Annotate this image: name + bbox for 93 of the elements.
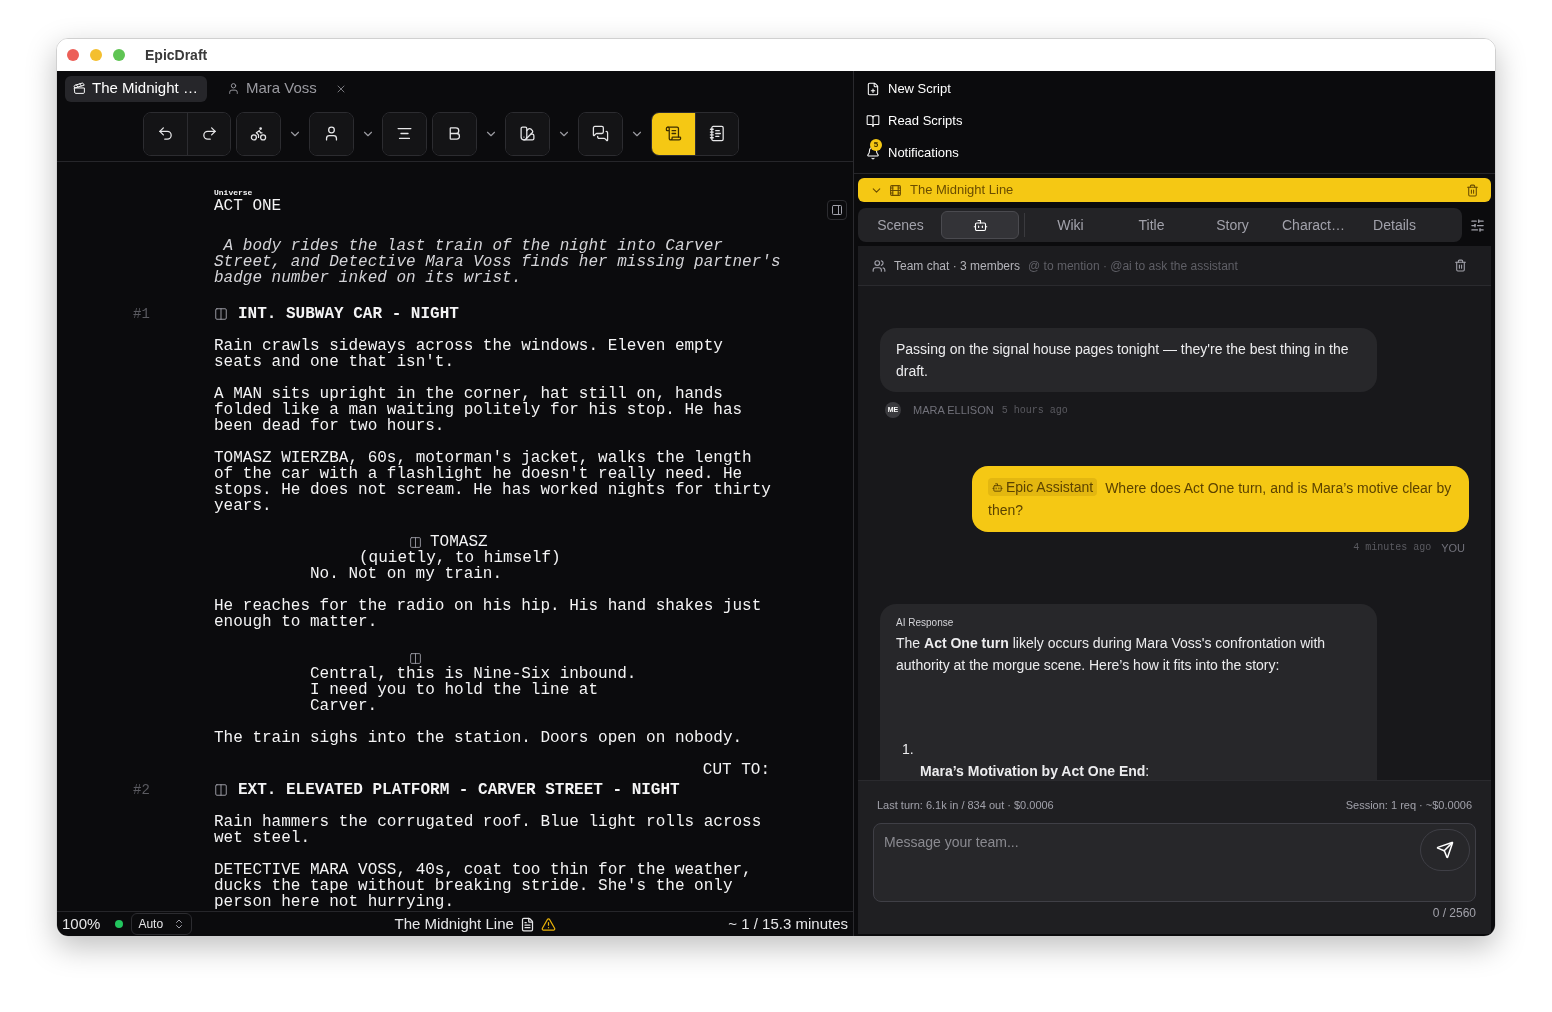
action-text: A MAN sits upright in the corner, hat still on, hands folded like a man waiting politely for his stop. He has been dead for two hours. (214, 386, 744, 434)
author-name: YOU (1441, 540, 1465, 556)
action-text: DETECTIVE MARA VOSS, 40s, coat too thin for the weather, ducks the tape without breaking stride. She's the only person here not hurrying. (214, 862, 753, 910)
redo-icon (200, 125, 218, 142)
toolbar-button[interactable] (695, 112, 738, 155)
transition-text: CUT TO: (702, 762, 770, 778)
people-icon (872, 258, 886, 273)
nav-item[interactable]: New Script (854, 73, 1495, 105)
universe-label: Universe (214, 188, 254, 198)
new-file-icon (866, 82, 880, 96)
chat-title: Team chat · 3 members (894, 257, 1021, 275)
scroll-icon (665, 125, 682, 142)
last-turn-usage: Last turn: 6.1k in / 834 out · $0.0006 (877, 798, 1054, 813)
synopsis-text: A body rides the last train of the night into Carver Street, and Detective Mara Voss finds her missing partner's badge number inked on its wrist. (214, 238, 782, 286)
action-text: The train sighs into the station. Doors open on nobody. (214, 730, 744, 746)
bell-icon (866, 146, 880, 160)
assistant-tab[interactable] (941, 211, 1019, 239)
nav-item[interactable]: Read Scripts (854, 105, 1495, 137)
panel-tab[interactable]: Story (1192, 211, 1273, 239)
duration-text: ~ 1 / 15.3 minutes (728, 913, 848, 934)
scene-heading: EXT. ELEVATED PLATFORM - CARVER STREET - NIGHT (238, 782, 680, 798)
scene-panel-icon[interactable] (214, 783, 228, 797)
settings-icon[interactable] (1470, 217, 1485, 233)
message-bubble: Passing on the signal house pages tonight — they're the best thing in the draft. (880, 328, 1377, 392)
robot-icon (972, 217, 988, 233)
toolbar-button[interactable] (579, 112, 622, 155)
swatch-icon (519, 125, 536, 142)
action-text: Rain crawls sideways across the windows. Eleven empty seats and one that isn't. (214, 338, 724, 370)
document-tab[interactable]: The Midnight … (65, 75, 207, 102)
scene-panel-icon[interactable] (214, 307, 228, 321)
message-text: Epic Assistant Where does Act One turn, and is Mara’s motive clear by then? (988, 477, 1453, 520)
speech-bubbles-icon (592, 125, 609, 142)
person-icon (227, 82, 240, 95)
list-item-text: Mara’s Motivation by Act One End: (919, 762, 1151, 780)
chat-hint: @ to mention · @ai to ask the assistant (1028, 257, 1239, 275)
message-field[interactable]: Message your team... (873, 822, 1476, 902)
document-tab[interactable]: Mara Voss (219, 75, 355, 102)
panel-tab[interactable]: Title (1111, 211, 1192, 239)
panel-toggle-button[interactable] (827, 200, 847, 220)
author-name: MARA ELLISON (913, 403, 994, 418)
notebook-icon (708, 125, 726, 142)
film-icon (889, 183, 902, 197)
align-center-icon (396, 125, 413, 142)
response-label: AI Response (896, 616, 955, 630)
assistant-mention[interactable]: Epic Assistant (988, 478, 1098, 496)
script-title: The Midnight Line (394, 913, 514, 934)
response-text: The Act One turn likely occurs during Mara Voss's confrontation with authority at the morgue scene. Here’s how it fits into the story: (896, 634, 1327, 675)
bicycle-icon (250, 125, 267, 142)
trash-icon[interactable] (1454, 259, 1467, 272)
session-usage: Session: 1 req · ~$0.0006 (1345, 798, 1472, 813)
panel-right-icon (831, 204, 843, 216)
zoom-level[interactable]: 100% (62, 912, 101, 936)
mode-select[interactable]: Auto (131, 913, 193, 935)
panel-tab[interactable]: Scenes (860, 211, 941, 239)
clapperboard-icon (73, 82, 86, 95)
toolbar-button[interactable] (652, 112, 695, 155)
file-icon[interactable] (519, 916, 535, 932)
action-text: Rain hammers the corrugated roof. Blue light rolls across wet steel. (214, 814, 763, 846)
close-window-button[interactable] (67, 49, 79, 61)
message-time: 5 hours ago (1001, 403, 1068, 418)
undo-icon (157, 125, 174, 142)
character-counter: 0 / 2560 (1432, 904, 1476, 922)
character-panel-icon[interactable] (409, 535, 422, 549)
character-name: TOMASZ (430, 534, 488, 550)
warning-icon[interactable] (540, 916, 556, 932)
character-panel-icon[interactable] (409, 651, 422, 665)
send-icon (1436, 840, 1454, 859)
act-heading: ACT ONE (214, 198, 283, 214)
notification-badge: 5 (870, 139, 882, 151)
dialogue-text: No. Not on my train. (310, 566, 504, 582)
panel-tab[interactable]: Details (1354, 211, 1435, 239)
toolbar-button[interactable] (433, 112, 476, 155)
action-text: He reaches for the radio on his hip. His hand shakes just enough to matter. (214, 598, 763, 630)
book-icon (866, 114, 880, 128)
toolbar-button[interactable] (310, 112, 353, 155)
message-time: 4 minutes ago (1353, 541, 1432, 556)
panel-tab[interactable]: Wiki (1030, 211, 1111, 239)
dialogue-text: Central, this is Nine-Six inbound. I need you to hold the line at Carver. (310, 666, 638, 714)
project-bar[interactable]: The Midnight Line (858, 178, 1491, 202)
parenthetical-text: (quietly, to himself) (359, 550, 562, 566)
toolbar-button[interactable] (237, 112, 280, 155)
trash-icon[interactable] (1466, 183, 1479, 197)
scene-heading: INT. SUBWAY CAR - NIGHT (238, 306, 459, 322)
nav-item[interactable]: 5 Notifications (854, 137, 1495, 169)
window-title: EpicDraft (145, 45, 208, 65)
person-icon (323, 125, 340, 142)
robot-icon (992, 481, 1003, 493)
toolbar-button[interactable] (506, 112, 549, 155)
scene-number: #2 (133, 782, 150, 798)
list-number: 1. (902, 740, 915, 759)
action-text: TOMASZ WIERZBA, 60s, motorman's jacket, walks the length of the car with a flashlight he doesn't really need. He stops. He does not scream. He has worked nights for thirty years. (214, 450, 772, 514)
panel-tab[interactable]: Charact… (1273, 211, 1354, 239)
scene-number: #1 (133, 306, 150, 322)
